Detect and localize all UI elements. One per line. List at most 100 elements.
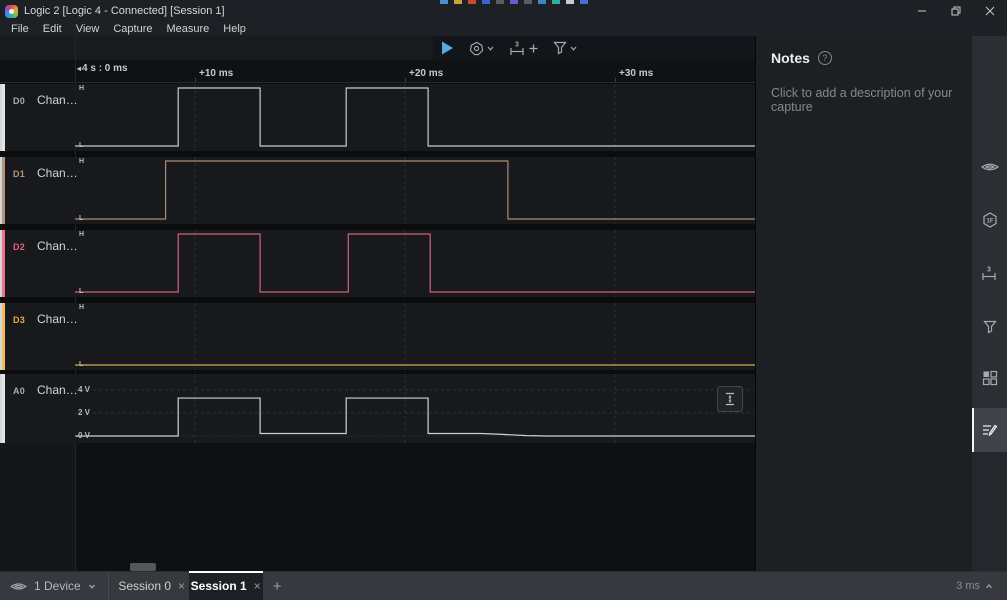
- low-level-label: L: [79, 215, 83, 222]
- channel-color-strip: [2, 303, 5, 370]
- ruler-3-icon: 3: [509, 41, 526, 56]
- waveform-a0[interactable]: 4 V 2 V 0 V: [75, 374, 755, 443]
- filters-button[interactable]: [550, 39, 580, 57]
- device-settings-button[interactable]: [466, 39, 497, 58]
- menu-file[interactable]: File: [4, 22, 36, 36]
- bottom-bar: 1 Device Session 0 × Session 1 × + 3 ms: [0, 571, 1007, 600]
- waveform-d1[interactable]: HL: [75, 157, 755, 224]
- empty-waveform-area: [76, 443, 755, 571]
- close-tab-icon[interactable]: ×: [178, 579, 185, 593]
- origin-marker-icon: ◂: [77, 64, 81, 73]
- timeline-tick-mark: [405, 78, 406, 82]
- notes-description-input[interactable]: Click to add a description of your captu…: [756, 66, 972, 114]
- high-level-label: H: [79, 85, 84, 92]
- capture-toolbar: 3: [0, 36, 755, 60]
- analog-scale-button[interactable]: [717, 386, 743, 412]
- channel-label-d1[interactable]: D1Chan…: [0, 157, 75, 224]
- funnel-icon: [553, 41, 567, 55]
- triggers-icon[interactable]: [972, 305, 1007, 349]
- timeline-tick-mark: [195, 78, 196, 82]
- menu-measure[interactable]: Measure: [160, 22, 217, 36]
- timeline-tick-label: +10 ms: [199, 68, 233, 79]
- tab-session-0[interactable]: Session 0 ×: [115, 572, 189, 600]
- high-level-label: H: [79, 304, 84, 311]
- timeline-origin-label: ◂4 s : 0 ms: [77, 63, 128, 74]
- menu-edit[interactable]: Edit: [36, 22, 69, 36]
- channel-id: D2: [13, 242, 25, 252]
- measurements-icon[interactable]: 3: [972, 251, 1007, 295]
- channel-id: A0: [13, 386, 25, 396]
- notes-title: Notes: [771, 50, 810, 66]
- device-icon: [10, 581, 27, 592]
- chevron-down-icon: [88, 584, 96, 589]
- close-icon: [985, 6, 995, 16]
- svg-text:3: 3: [987, 266, 991, 273]
- volt-scale-label: 0 V: [78, 431, 90, 440]
- channel-row-d3: D3Chan…HL: [0, 303, 755, 370]
- titlebar: Logic 2 [Logic 4 - Connected] [Session 1…: [0, 0, 1007, 22]
- menu-view[interactable]: View: [69, 22, 107, 36]
- bottom-bar-divider: [108, 572, 109, 600]
- logic2-window: Logic 2 [Logic 4 - Connected] [Session 1…: [0, 0, 1007, 600]
- high-level-label: H: [79, 231, 84, 238]
- waveform-d2[interactable]: HL: [75, 230, 755, 297]
- low-level-label: L: [79, 361, 83, 368]
- window-title: Logic 2 [Logic 4 - Connected] [Session 1…: [24, 5, 225, 17]
- svg-text:3: 3: [515, 41, 519, 48]
- chevron-down-icon: [570, 46, 577, 51]
- chevron-up-icon: [985, 584, 993, 589]
- channel-color-strip: [2, 157, 5, 224]
- extensions-icon[interactable]: [972, 356, 1007, 400]
- timeline-tick-label: +20 ms: [409, 68, 443, 79]
- annotations-icon[interactable]: [972, 408, 1007, 452]
- high-level-label: H: [79, 158, 84, 165]
- device-count-label: 1 Device: [34, 579, 81, 593]
- plus-icon: [529, 44, 538, 53]
- notes-panel: Notes ? Click to add a description of yo…: [755, 36, 972, 571]
- channels-container: D0Chan…HLD1Chan…HLD2Chan…HLD3Chan…HLA0Ch…: [0, 83, 755, 443]
- timeline-tick-mark: [615, 78, 616, 82]
- right-sidebar: 1F 3: [972, 36, 1007, 571]
- channel-name: Chan…: [37, 383, 78, 397]
- volt-scale-label: 4 V: [78, 385, 90, 394]
- volt-scale-label: 2 V: [78, 408, 90, 417]
- help-icon[interactable]: ?: [818, 51, 832, 65]
- horizontal-scrollbar-thumb[interactable]: [130, 563, 156, 571]
- play-icon: [441, 41, 454, 55]
- channel-row-d2: D2 Chan…HL: [0, 230, 755, 297]
- add-measurement-button[interactable]: 3: [506, 39, 541, 58]
- channel-color-strip: [2, 374, 5, 443]
- timeline-ruler[interactable]: ◂4 s : 0 ms +10 ms+20 ms+30 ms: [0, 60, 755, 83]
- channel-id: D1: [13, 169, 25, 179]
- empty-channel-panel: [0, 443, 75, 571]
- channel-name: Chan…: [37, 239, 78, 253]
- low-level-label: L: [79, 142, 83, 149]
- channel-label-a0[interactable]: A0 Chan…: [0, 374, 75, 443]
- device-selector[interactable]: 1 Device: [0, 572, 108, 600]
- device-gear-icon: [469, 41, 484, 56]
- chevron-down-icon: [487, 46, 494, 51]
- waveform-d3[interactable]: HL: [75, 303, 755, 370]
- close-window-button[interactable]: [973, 0, 1007, 22]
- channel-id: D0: [13, 96, 25, 106]
- add-session-button[interactable]: +: [263, 572, 292, 600]
- close-tab-icon[interactable]: ×: [254, 579, 261, 593]
- waveform-d0[interactable]: HL: [75, 84, 755, 151]
- channel-label-d2[interactable]: D2 Chan…: [0, 230, 75, 297]
- restore-button[interactable]: [939, 0, 973, 22]
- menu-help[interactable]: Help: [216, 22, 253, 36]
- minimize-button[interactable]: [905, 0, 939, 22]
- tab-session-1[interactable]: Session 1 ×: [189, 572, 263, 600]
- restore-icon: [951, 6, 961, 16]
- capture-duration-value: 3 ms: [956, 580, 980, 592]
- channel-color-strip: [2, 84, 5, 151]
- channel-color-strip: [2, 230, 5, 297]
- channel-label-d0[interactable]: D0Chan…: [0, 84, 75, 151]
- svg-text:1F: 1F: [986, 219, 993, 225]
- menu-capture[interactable]: Capture: [106, 22, 159, 36]
- analyzers-icon[interactable]: 1F: [972, 198, 1007, 242]
- device-icon[interactable]: [972, 145, 1007, 189]
- channel-label-d3[interactable]: D3Chan…: [0, 303, 75, 370]
- capture-duration-control[interactable]: 3 ms: [956, 572, 1007, 600]
- start-capture-button[interactable]: [438, 39, 457, 57]
